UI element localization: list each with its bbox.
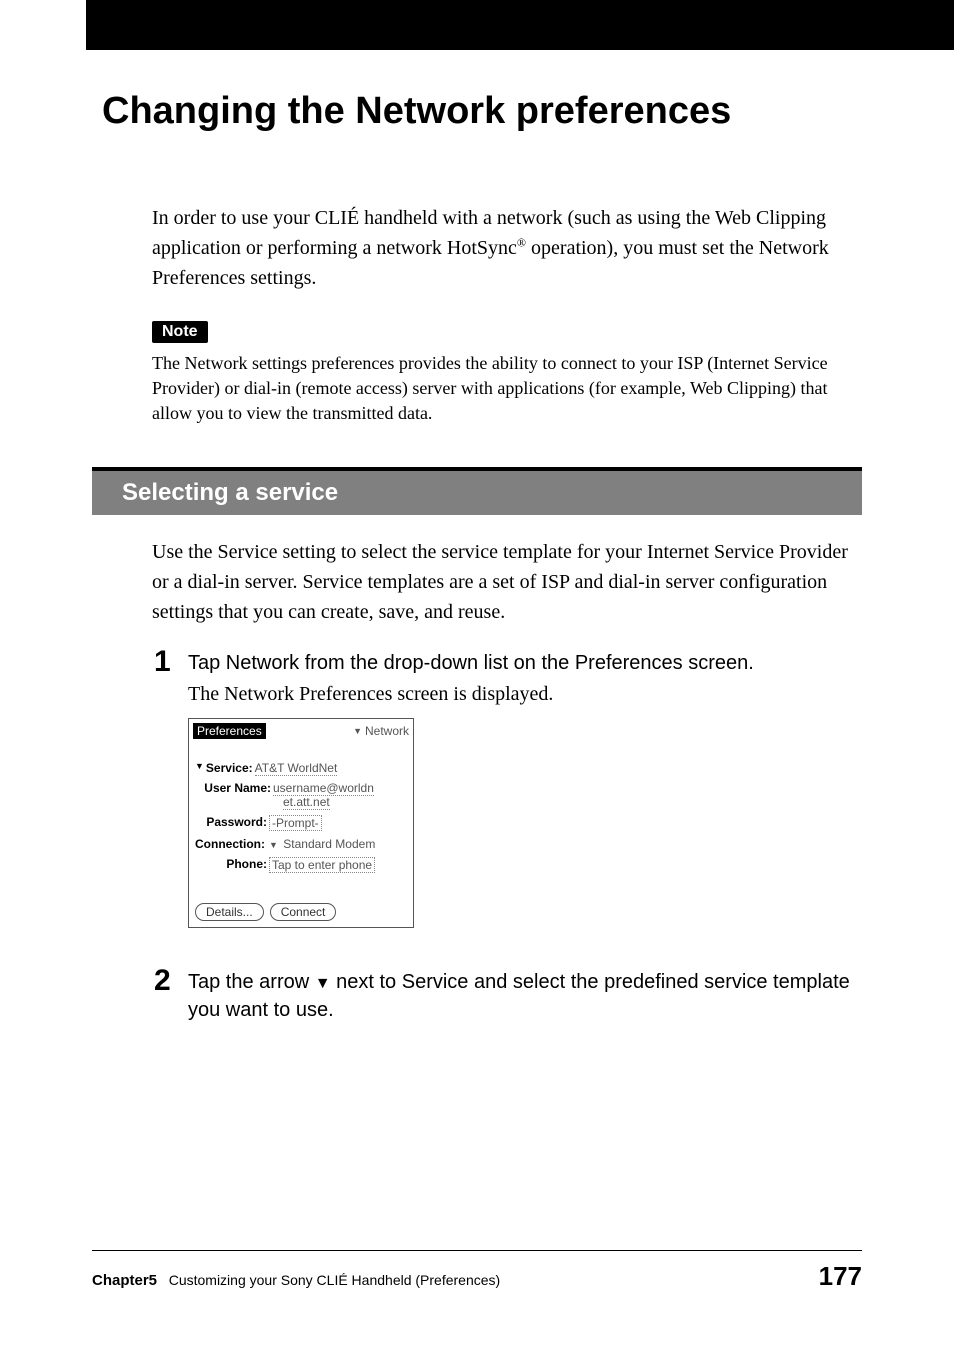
phone-value[interactable]: Tap to enter phone (269, 857, 375, 873)
connection-value: Standard Modem (283, 837, 375, 851)
phone-label: Phone: (211, 857, 267, 871)
step-2-text-a: Tap the arrow (188, 971, 315, 993)
step-1-number: 1 (154, 647, 188, 706)
chapter-title (161, 1272, 169, 1288)
step-1: 1 Tap Network from the drop-down list on… (154, 649, 862, 706)
username-label: User Name: (195, 781, 271, 795)
step-2-number: 2 (154, 966, 188, 1024)
service-label: Service: (206, 761, 253, 775)
username-value-line2[interactable]: et.att.net (283, 795, 330, 810)
step-1-instruction: Tap Network from the drop-down list on t… (188, 649, 754, 677)
service-value[interactable]: AT&T WorldNet (255, 761, 338, 776)
chapter-title-text: Customizing your Sony CLIÉ Handheld (Pre… (169, 1272, 501, 1288)
page-number: 177 (819, 1261, 862, 1292)
step-2: 2 Tap the arrow ▼ next to Service and se… (154, 968, 862, 1024)
service-arrow-icon[interactable]: ▼ (195, 761, 204, 771)
header-black-bar (86, 0, 954, 50)
username-value-line1[interactable]: username@worldn (273, 781, 374, 796)
screenshot-dropdown-value: Network (365, 724, 409, 738)
connection-dropdown[interactable]: ▼ Standard Modem (269, 837, 375, 851)
connection-label: Connection: (195, 837, 265, 851)
password-value[interactable]: -Prompt- (269, 815, 322, 831)
registered-symbol: ® (517, 235, 526, 249)
step-1-subtext: The Network Preferences screen is displa… (188, 683, 754, 706)
step-2-instruction: Tap the arrow ▼ next to Service and sele… (188, 968, 862, 1024)
connection-arrow-icon: ▼ (269, 840, 278, 850)
note-text: The Network settings preferences provide… (152, 351, 862, 427)
connect-button[interactable]: Connect (270, 903, 337, 921)
password-label: Password: (195, 815, 267, 829)
details-button[interactable]: Details... (195, 903, 264, 921)
note-badge: Note (152, 321, 208, 343)
down-arrow-icon: ▼ (315, 975, 331, 992)
page-title: Changing the Network preferences (102, 90, 862, 133)
preferences-screenshot: Preferences ▼ Network ▼ Service: AT&T Wo… (188, 718, 414, 928)
intro-paragraph: In order to use your CLIÉ handheld with … (152, 203, 862, 293)
screenshot-title: Preferences (193, 723, 266, 739)
screenshot-category-dropdown[interactable]: ▼ Network (353, 724, 409, 738)
section-intro: Use the Service setting to select the se… (152, 537, 862, 627)
section-heading-bar: Selecting a service (92, 467, 862, 515)
dropdown-arrow-icon: ▼ (353, 726, 362, 736)
chapter-label: Chapter5 (92, 1272, 157, 1289)
page-footer: Chapter5 Customizing your Sony CLIÉ Hand… (92, 1250, 862, 1292)
